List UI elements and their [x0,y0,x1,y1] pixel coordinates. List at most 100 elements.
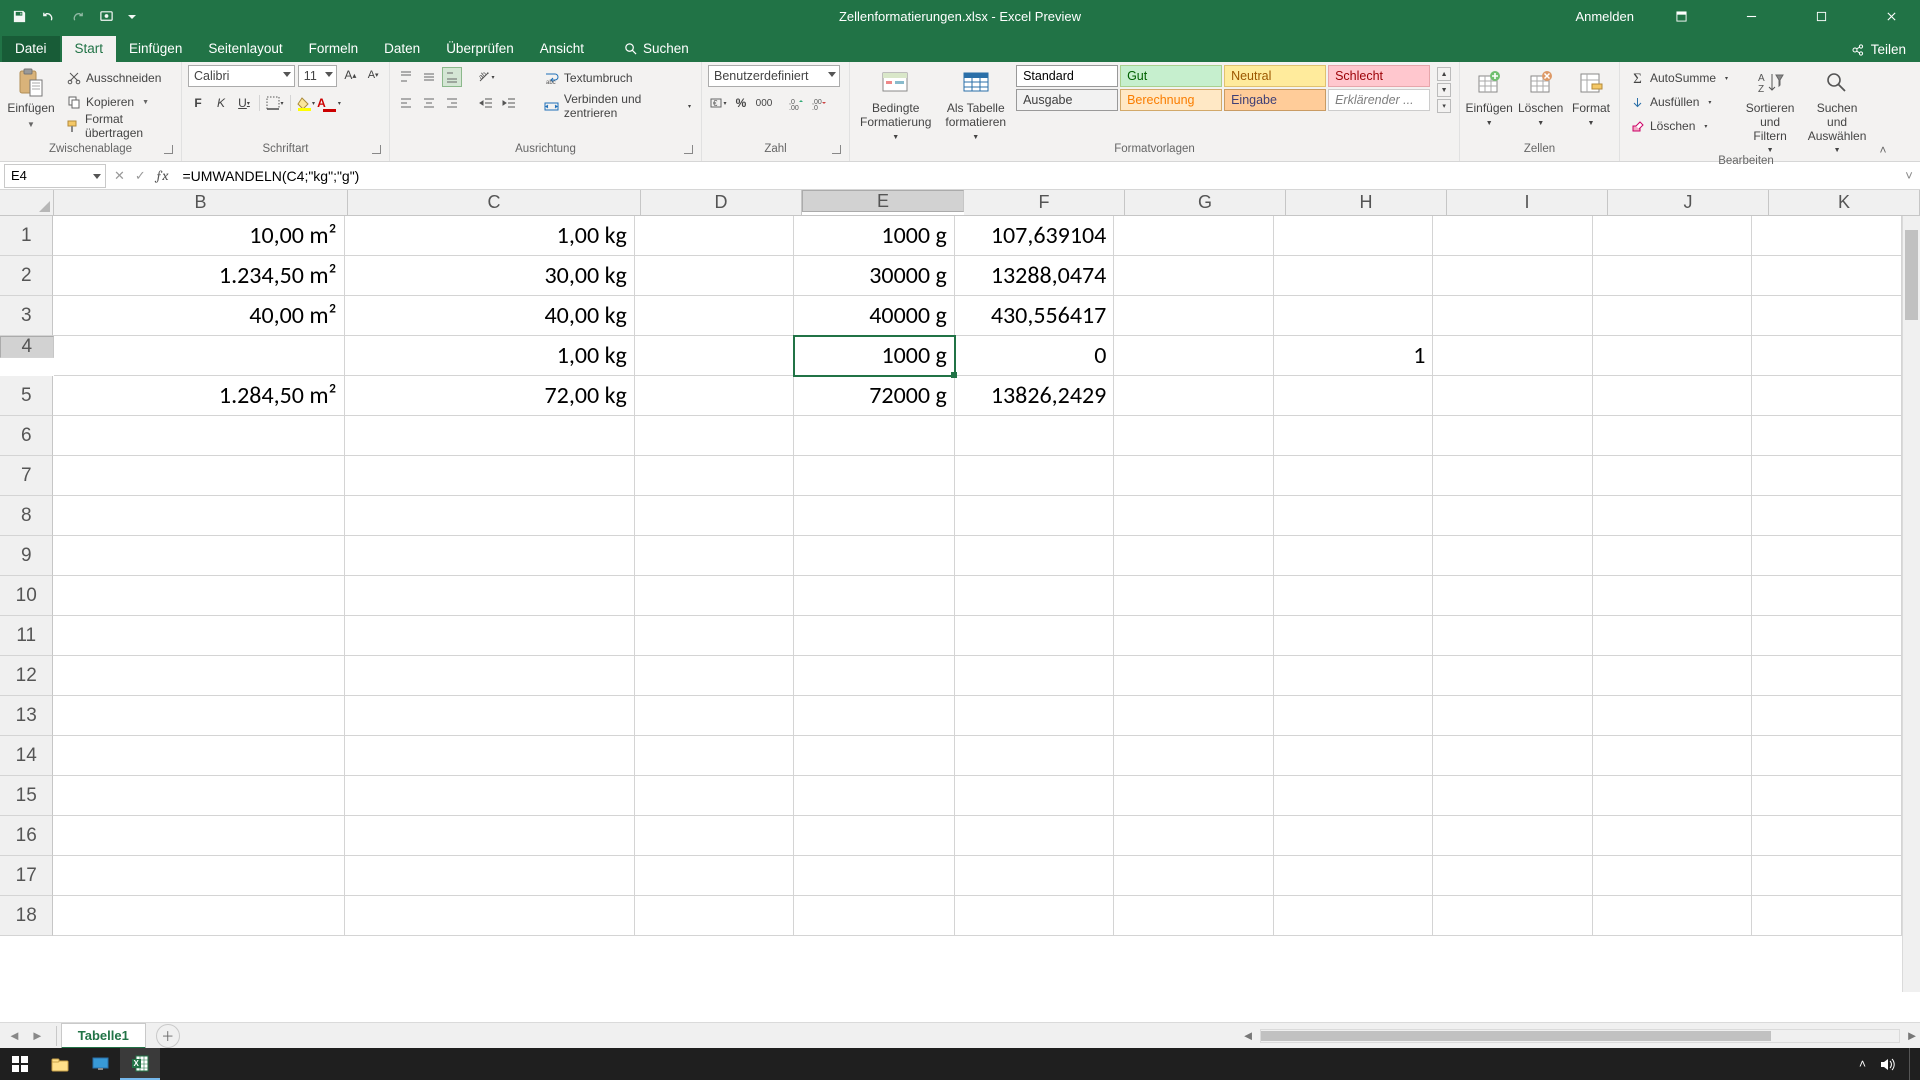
cell[interactable] [794,816,955,856]
cell[interactable] [794,416,955,456]
cell[interactable] [1433,576,1593,616]
increase-indent-icon[interactable] [499,93,519,113]
gallery-more-icon[interactable]: ▾ [1437,99,1451,113]
qat-customize-icon[interactable] [128,9,136,24]
cell[interactable] [635,496,795,536]
cell[interactable] [1274,216,1434,256]
cell[interactable] [1593,336,1753,376]
cell[interactable] [1593,296,1753,336]
clipboard-dialog-icon[interactable] [164,145,173,154]
cell[interactable] [794,896,955,936]
cell[interactable] [1593,616,1753,656]
decrease-font-icon[interactable]: A▾ [363,65,383,85]
align-left-icon[interactable] [396,93,416,113]
cell[interactable] [1114,336,1274,376]
clear-button[interactable]: Löschen▾ [1626,115,1732,137]
cell[interactable] [1433,416,1593,456]
cell-style-option[interactable]: Eingabe [1224,89,1326,111]
cell[interactable] [1593,856,1753,896]
cell[interactable] [1274,296,1434,336]
fill-button[interactable]: Ausfüllen▾ [1626,91,1732,113]
cell[interactable]: 72000 g [794,376,955,416]
cell[interactable] [794,736,955,776]
cell[interactable] [1593,536,1753,576]
row-header[interactable]: 12 [0,656,53,696]
font-color-button[interactable]: A▾ [319,93,339,113]
cell[interactable]: 30,00 kg [345,256,635,296]
row-header[interactable]: 8 [0,496,53,536]
cell[interactable] [1593,576,1753,616]
format-as-table-button[interactable]: Als Tabelle formatieren▼ [941,65,1010,142]
bold-button[interactable]: F [188,93,208,113]
row-header[interactable]: 6 [0,416,53,456]
format-cells-button[interactable]: Format▼ [1569,65,1613,128]
cell[interactable] [955,696,1115,736]
cell-style-option[interactable]: Neutral [1224,65,1326,87]
conditional-formatting-button[interactable]: Bedingte Formatierung▼ [856,65,935,142]
cell[interactable] [1752,696,1902,736]
cell[interactable]: 40000 g [794,296,955,336]
row-header[interactable]: 3 [0,296,53,336]
cell[interactable] [1114,856,1274,896]
font-name-select[interactable]: Calibri [188,65,295,87]
cell[interactable] [345,576,635,616]
cell[interactable] [53,896,344,936]
cell[interactable] [794,856,955,896]
cell[interactable]: 40,00 m² [53,296,344,336]
cell[interactable] [794,536,955,576]
cell[interactable] [635,856,795,896]
cell[interactable] [1433,736,1593,776]
cell[interactable] [1274,776,1434,816]
font-size-select[interactable]: 11 [298,65,338,87]
cell[interactable] [1752,376,1902,416]
cell[interactable] [1433,696,1593,736]
percent-format-icon[interactable]: % [731,93,751,113]
row-header[interactable]: 5 [0,376,53,416]
insert-cells-button[interactable]: Einfügen▼ [1466,65,1512,128]
expand-formula-bar-icon[interactable]: ˅ [1898,168,1920,183]
cell[interactable] [1274,576,1434,616]
cell[interactable] [1593,496,1753,536]
number-dialog-icon[interactable] [832,145,841,154]
find-select-button[interactable]: Suchen und Auswählen▼ [1808,65,1866,155]
merge-center-button[interactable]: Verbinden und zentrieren▾ [540,95,695,117]
enter-formula-icon[interactable]: ✓ [135,168,146,184]
cell[interactable] [53,816,344,856]
cell[interactable] [794,576,955,616]
number-format-select[interactable]: Benutzerdefiniert [708,65,840,87]
cell[interactable] [1433,336,1593,376]
tab-einfügen[interactable]: Einfügen [116,36,195,62]
cell[interactable] [1593,216,1753,256]
increase-font-icon[interactable]: A▴ [340,65,360,85]
cell[interactable] [1752,576,1902,616]
cell[interactable] [53,856,344,896]
cell[interactable]: 1,00 kg [345,336,635,376]
redo-icon[interactable] [70,9,85,24]
cell[interactable] [53,696,344,736]
fx-icon[interactable]: ƒx [156,167,169,184]
cell[interactable] [1114,696,1274,736]
add-sheet-button[interactable]: ＋ [156,1024,180,1048]
row-header[interactable]: 14 [0,736,53,776]
cell[interactable]: 107,639104 [955,216,1115,256]
cell[interactable] [1593,776,1753,816]
row-header[interactable]: 16 [0,816,53,856]
column-header[interactable]: B [54,190,348,215]
cell[interactable] [1274,256,1434,296]
cell[interactable]: 13826,2429 [955,376,1115,416]
cell[interactable] [53,416,344,456]
cell[interactable] [1752,496,1902,536]
row-header[interactable]: 9 [0,536,53,576]
hscroll-right-icon[interactable]: ► [1904,1028,1920,1043]
align-middle-icon[interactable] [419,67,439,87]
cell[interactable] [345,656,635,696]
save-icon[interactable] [12,9,27,24]
cell[interactable] [1114,256,1274,296]
cell[interactable] [1274,816,1434,856]
cut-button[interactable]: Ausschneiden [62,67,175,89]
cell[interactable] [635,736,795,776]
orientation-icon[interactable]: ab▾ [476,67,496,87]
cell[interactable] [54,336,345,376]
cell[interactable] [1752,456,1902,496]
cell-style-option[interactable]: Erklärender ... [1328,89,1430,111]
